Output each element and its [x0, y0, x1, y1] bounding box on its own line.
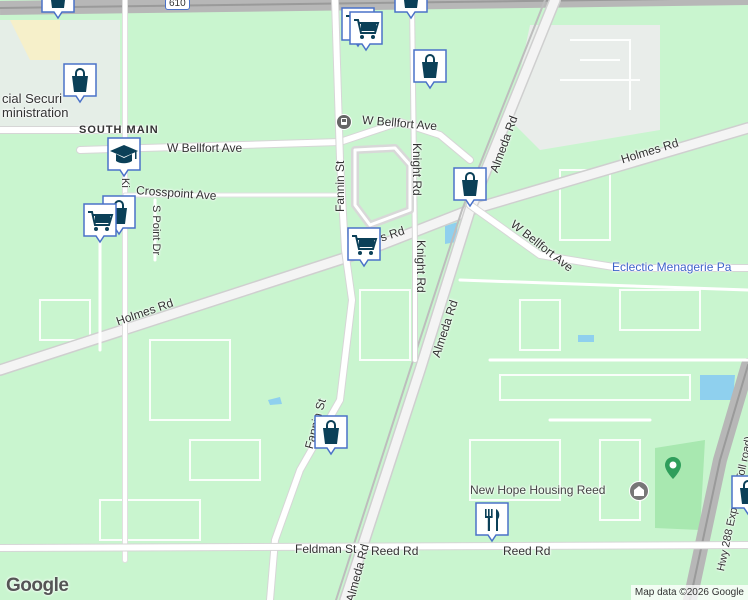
- shopping-bag-marker[interactable]: [452, 166, 488, 210]
- school-marker[interactable]: [106, 136, 142, 180]
- street-label-fannin: Fannin St: [333, 160, 347, 212]
- poi-label-eclectic-menagerie[interactable]: Eclectic Menagerie Pa: [612, 261, 731, 273]
- shopping-bag-marker[interactable]: [62, 62, 98, 106]
- shopping-bag-marker[interactable]: [40, 0, 76, 22]
- shopping-cart-marker[interactable]: [346, 226, 382, 270]
- street-label-south-main: SOUTH MAIN: [79, 124, 159, 136]
- transit-icon[interactable]: [336, 114, 352, 130]
- restaurant-marker[interactable]: [474, 501, 510, 545]
- shopping-bag-marker[interactable]: [730, 474, 748, 518]
- street-label-w-bellfort-left: W Bellfort Ave: [167, 141, 243, 155]
- shopping-bag-icon: [51, 0, 65, 8]
- building-icon[interactable]: [629, 481, 649, 501]
- park-pin-icon[interactable]: [664, 457, 682, 479]
- map-base-layer: [0, 0, 748, 600]
- shopping-bag-marker[interactable]: [313, 414, 349, 458]
- street-label-s-point: S Point Dr: [150, 205, 162, 256]
- poi-label-new-hope-housing[interactable]: New Hope Housing Reed: [470, 484, 605, 496]
- shopping-bag-icon: [404, 0, 418, 8]
- street-label-reed-left: Reed Rd: [371, 544, 419, 558]
- street-label-knight-mid: Knight Rd: [414, 240, 428, 293]
- shopping-bag-marker[interactable]: [393, 0, 429, 22]
- street-label-knight-top: Knight Rd: [410, 143, 424, 196]
- poi-label-social-security-line1: cial Securi: [2, 91, 62, 106]
- street-label-reed-right: Reed Rd: [503, 544, 551, 558]
- google-logo: Google: [6, 575, 69, 596]
- map-attribution[interactable]: Map data ©2026 Google: [630, 585, 748, 600]
- highway-shield-610: 610: [165, 0, 190, 10]
- street-label-feldman: Feldman St: [295, 542, 357, 556]
- shopping-cart-marker[interactable]: [82, 202, 118, 246]
- poi-label-social-security-line2: ministration: [2, 105, 69, 120]
- shopping-cart-marker[interactable]: [348, 10, 384, 54]
- map-canvas[interactable]: SOUTH MAIN W Bellfort Ave W Bellfort Ave…: [0, 0, 748, 600]
- shopping-bag-marker[interactable]: [412, 48, 448, 92]
